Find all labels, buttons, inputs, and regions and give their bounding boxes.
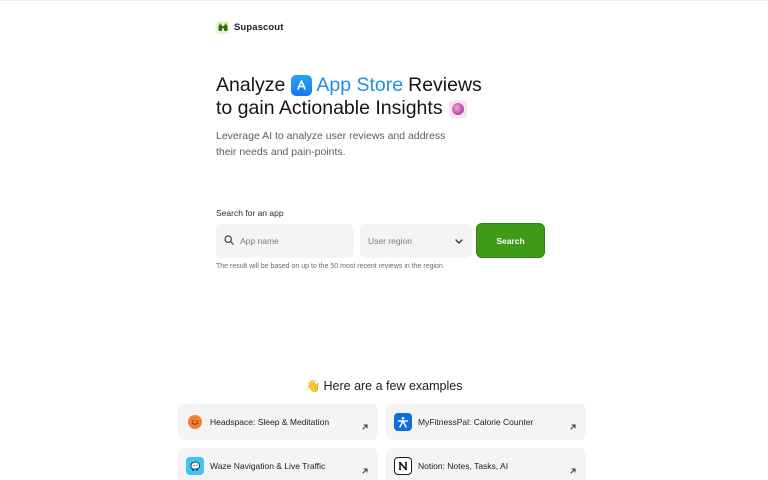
app-name-input[interactable]: [240, 236, 340, 246]
headspace-icon: [186, 413, 204, 431]
search-button[interactable]: Search: [476, 223, 545, 258]
example-card-notion[interactable]: Notion: Notes, Tasks, AI: [386, 448, 586, 480]
hero-accent: App Store: [316, 74, 404, 96]
binoculars-icon: [216, 21, 229, 34]
chevron-down-icon: [455, 236, 463, 246]
search-hint: The result will be based on up to the 50…: [216, 263, 443, 270]
hero-line-1-prefix: Analyze: [216, 74, 286, 96]
example-card-headspace[interactable]: Headspace: Sleep & Meditation: [178, 404, 378, 440]
hero-line-1-suffix: Reviews: [408, 74, 482, 96]
example-card-label: Waze Navigation & Live Traffic: [210, 461, 326, 471]
example-card-label: MyFitnessPal: Calorie Counter: [418, 417, 534, 427]
hero-line-2: to gain Actionable Insights: [216, 97, 536, 120]
example-card-myfitnesspal[interactable]: MyFitnessPal: Calorie Counter: [386, 404, 586, 440]
hero-line-2-text: to gain Actionable Insights: [216, 97, 443, 119]
search-label: Search for an app: [216, 208, 284, 218]
top-divider: [0, 0, 768, 1]
notion-icon: [394, 457, 412, 475]
hero-heading: Analyze App Store Reviews to gain Action…: [216, 74, 536, 120]
arrow-up-right-icon: [569, 462, 577, 474]
brand-name: Supascout: [234, 22, 284, 33]
example-card-waze[interactable]: Waze Navigation & Live Traffic: [178, 448, 378, 480]
myfitnesspal-icon: [394, 413, 412, 431]
arrow-up-right-icon: [569, 418, 577, 430]
brand[interactable]: Supascout: [216, 21, 283, 34]
region-select-placeholder: User region: [368, 236, 412, 246]
region-select[interactable]: User region: [360, 224, 472, 258]
waze-icon: [186, 457, 204, 475]
hero-subtitle: Leverage AI to analyze user reviews and …: [216, 130, 446, 158]
examples-title: Here are a few examples: [323, 379, 463, 393]
waving-hand-icon: 👋: [305, 379, 321, 393]
arrow-up-right-icon: [361, 462, 369, 474]
hero-line-1: Analyze App Store Reviews: [216, 74, 536, 97]
search-icon: [224, 232, 234, 250]
brain-icon: [448, 99, 467, 118]
examples-heading: 👋 Here are a few examples: [0, 379, 768, 393]
example-card-label: Notion: Notes, Tasks, AI: [418, 461, 509, 471]
app-name-field[interactable]: [216, 224, 354, 258]
app-store-icon: [291, 75, 313, 96]
arrow-up-right-icon: [361, 418, 369, 430]
example-card-label: Headspace: Sleep & Meditation: [210, 417, 330, 427]
